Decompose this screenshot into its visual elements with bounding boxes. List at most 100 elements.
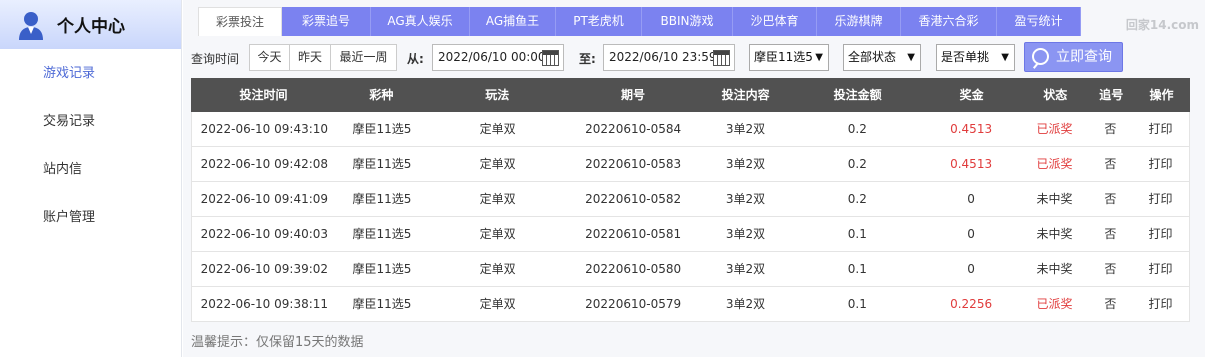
cell-chase: 否 (1104, 122, 1117, 136)
tab-saba-sports[interactable]: 沙巴体育 (733, 7, 817, 36)
cell-bet-time: 2022-06-10 09:40:03 (200, 227, 329, 241)
cell-bet-time: 2022-06-10 09:41:09 (200, 192, 329, 206)
sidebar-item-transactions[interactable]: 交易记录 (0, 98, 181, 146)
search-icon (1032, 48, 1049, 65)
cell-bet-content: 3单2双 (725, 297, 766, 311)
sidebar-item-game-records[interactable]: 游戏记录 (0, 50, 181, 98)
table-row: 2022-06-10 09:39:02 摩臣11选5 定单双 20220610-058… (191, 252, 1190, 287)
cell-status: 已派奖 (1036, 157, 1073, 171)
cell-status: 已派奖 (1036, 297, 1073, 311)
cell-bet-content: 3单2双 (725, 122, 766, 136)
calendar-icon[interactable] (713, 50, 730, 66)
cell-chase: 否 (1104, 227, 1117, 241)
print-link[interactable]: 打印 (1132, 217, 1189, 251)
status-select[interactable]: 全部状态 ▼ (843, 44, 921, 71)
cell-chase: 否 (1104, 297, 1117, 311)
column-header-bet-time: 投注时间 (239, 88, 288, 102)
yesterday-button[interactable]: 昨天 (289, 44, 331, 71)
search-button-label: 立即查询 (1056, 49, 1112, 65)
status-select-value: 全部状态 (848, 50, 897, 64)
filter-bar: 查询时间 今天 昨天 最近一周 从: 2022/06/10 00:00 至: 2… (183, 42, 1205, 74)
from-label: 从: (407, 52, 424, 66)
sidebar-item-messages[interactable]: 站内信 (0, 146, 181, 194)
lottery-select[interactable]: 摩臣11选5 ▼ (749, 44, 829, 71)
end-date-input[interactable]: 2022/06/10 23:59 (603, 44, 735, 71)
cell-prize: 0.4513 (950, 122, 993, 136)
cell-play-type: 定单双 (479, 192, 516, 206)
chevron-down-icon: ▼ (907, 52, 915, 63)
start-date-value: 2022/06/10 00:00 (438, 50, 546, 64)
cell-play-type: 定单双 (479, 297, 516, 311)
lottery-select-value: 摩臣11选5 (754, 50, 813, 64)
cell-issue-no: 20220610-0583 (585, 157, 682, 171)
cell-bet-time: 2022-06-10 09:39:02 (200, 262, 329, 276)
last-week-button[interactable]: 最近一周 (330, 44, 397, 71)
print-link[interactable]: 打印 (1132, 182, 1189, 216)
cell-chase: 否 (1104, 157, 1117, 171)
start-date-input[interactable]: 2022/06/10 00:00 (432, 44, 564, 71)
cell-chase: 否 (1104, 262, 1117, 276)
tab-ag-live[interactable]: AG真人娱乐 (371, 7, 470, 36)
single-pick-select[interactable]: 是否单挑 ▼ (936, 44, 1015, 71)
cell-status: 未中奖 (1036, 227, 1073, 241)
cell-play-type: 定单双 (479, 157, 516, 171)
cell-bet-time: 2022-06-10 09:43:10 (200, 122, 329, 136)
tab-ag-fishing[interactable]: AG捕鱼王 (470, 7, 556, 36)
column-header-lottery: 彩种 (369, 88, 394, 102)
print-link[interactable]: 打印 (1132, 287, 1189, 321)
table-row: 2022-06-10 09:42:08 摩臣11选5 定单双 20220610-058… (191, 147, 1190, 182)
column-header-action: 操作 (1149, 88, 1174, 102)
sidebar-title: 个人中心 (57, 17, 125, 37)
cell-prize: 0.4513 (950, 157, 993, 171)
cell-status: 未中奖 (1036, 262, 1073, 276)
table-row: 2022-06-10 09:41:09 摩臣11选5 定单双 20220610-058… (191, 182, 1190, 217)
cell-lottery: 摩臣11选5 (352, 157, 412, 171)
tab-profit-stats[interactable]: 盈亏统计 (997, 7, 1081, 36)
watermark: 回家14.com (1125, 18, 1199, 32)
tab-hk-mark-six[interactable]: 香港六合彩 (901, 7, 997, 36)
tab-pt-slots[interactable]: PT老虎机 (556, 7, 642, 36)
print-link[interactable]: 打印 (1132, 252, 1189, 286)
calendar-icon[interactable] (542, 50, 559, 66)
cell-bet-amount: 0.2 (847, 192, 867, 206)
cell-issue-no: 20220610-0581 (585, 227, 682, 241)
cell-issue-no: 20220610-0584 (585, 122, 682, 136)
cell-bet-time: 2022-06-10 09:38:11 (200, 297, 329, 311)
today-button[interactable]: 今天 (249, 44, 290, 71)
tab-lottery-bets[interactable]: 彩票投注 (198, 7, 282, 36)
column-header-play-type: 玩法 (485, 88, 510, 102)
cell-play-type: 定单双 (479, 227, 516, 241)
cell-bet-amount: 0.2 (847, 122, 867, 136)
cell-status: 未中奖 (1036, 192, 1073, 206)
bets-table: 投注时间 彩种 玩法 期号 投注内容 投注金额 奖金 状态 追号 操作 2022-06-10 09… (191, 78, 1190, 322)
cell-play-type: 定单双 (479, 122, 516, 136)
single-pick-select-value: 是否单挑 (941, 50, 990, 64)
cell-prize: 0 (967, 227, 975, 241)
cell-chase: 否 (1104, 192, 1117, 206)
cell-bet-amount: 0.1 (847, 262, 867, 276)
sidebar-header: 个人中心 (0, 0, 181, 49)
user-icon (19, 11, 43, 40)
cell-lottery: 摩臣11选5 (352, 192, 412, 206)
retention-tip: 温馨提示：仅保留15天的数据 (191, 335, 364, 350)
cell-bet-content: 3单2双 (725, 192, 766, 206)
sidebar-item-account[interactable]: 账户管理 (0, 194, 181, 242)
sidebar: 个人中心 游戏记录 交易记录 站内信 账户管理 (0, 0, 182, 357)
print-link[interactable]: 打印 (1132, 147, 1189, 181)
tab-leyou-chess[interactable]: 乐游棋牌 (817, 7, 901, 36)
cell-bet-amount: 0.1 (847, 227, 867, 241)
tab-lottery-chase[interactable]: 彩票追号 (282, 7, 371, 36)
search-button[interactable]: 立即查询 (1024, 42, 1123, 72)
chevron-down-icon: ▼ (1001, 52, 1009, 63)
column-header-status: 状态 (1043, 88, 1068, 102)
print-link[interactable]: 打印 (1132, 112, 1189, 146)
table-row: 2022-06-10 09:40:03 摩臣11选5 定单双 20220610-058… (191, 217, 1190, 252)
cell-prize: 0.2256 (950, 297, 993, 311)
chevron-down-icon: ▼ (815, 52, 823, 63)
tab-bbin[interactable]: BBIN游戏 (642, 7, 733, 36)
table-row: 2022-06-10 09:38:11 摩臣11选5 定单双 20220610-057… (191, 287, 1190, 322)
table-header: 投注时间 彩种 玩法 期号 投注内容 投注金额 奖金 状态 追号 操作 (191, 78, 1190, 112)
query-time-label: 查询时间 (191, 52, 240, 66)
main-panel: 彩票投注 彩票追号 AG真人娱乐 AG捕鱼王 PT老虎机 BBIN游戏 沙巴体育… (183, 0, 1205, 357)
cell-bet-content: 3单2双 (725, 157, 766, 171)
